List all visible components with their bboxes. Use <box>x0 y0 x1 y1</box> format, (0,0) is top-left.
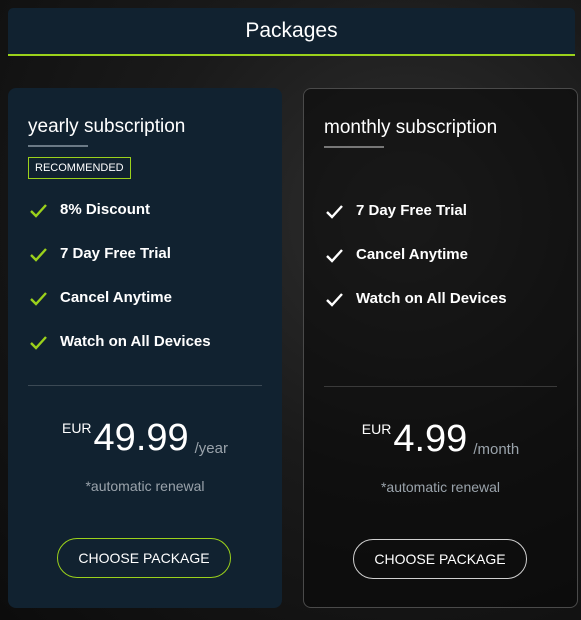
monthly-plan-card: monthly subscription 7 Day Free Trial Ca… <box>303 88 578 608</box>
price: EUR 49.99 /year <box>8 418 282 458</box>
feature-list: 7 Day Free Trial Cancel Anytime Watch on… <box>324 201 507 333</box>
feature-label: Cancel Anytime <box>356 246 468 263</box>
choose-package-button[interactable]: CHOOSE PACKAGE <box>353 539 527 579</box>
check-icon <box>326 205 343 219</box>
check-icon <box>30 336 47 350</box>
feature-list: 8% Discount 7 Day Free Trial Cancel Anyt… <box>28 200 211 376</box>
renewal-note: *automatic renewal <box>380 479 501 495</box>
yearly-plan-card: yearly subscription RECOMMENDED 8% Disco… <box>8 88 282 608</box>
price-period: /month <box>473 441 520 458</box>
divider <box>324 386 557 387</box>
feature-label: Cancel Anytime <box>60 289 172 306</box>
feature-item: 8% Discount <box>28 200 211 244</box>
check-icon <box>30 204 47 218</box>
price-period: /year <box>194 440 228 457</box>
divider <box>28 385 262 386</box>
price-amount: 49.99 <box>93 417 189 459</box>
recommended-badge: RECOMMENDED <box>28 157 131 179</box>
feature-label: Watch on All Devices <box>356 290 507 307</box>
feature-label: 7 Day Free Trial <box>60 245 171 262</box>
check-icon <box>30 292 47 306</box>
packages-header: Packages <box>8 8 575 56</box>
feature-label: 7 Day Free Trial <box>356 202 467 219</box>
feature-item: Cancel Anytime <box>28 288 211 332</box>
price-currency: EUR <box>361 421 392 437</box>
check-icon <box>30 248 47 262</box>
feature-item: 7 Day Free Trial <box>28 244 211 288</box>
page-title: Packages <box>245 19 338 42</box>
plan-name-underline <box>324 146 384 148</box>
choose-package-button[interactable]: CHOOSE PACKAGE <box>57 538 231 578</box>
feature-label: 8% Discount <box>60 201 151 218</box>
plan-name: monthly subscription <box>324 117 498 138</box>
plan-name: yearly subscription <box>28 116 186 137</box>
check-icon <box>326 249 343 263</box>
plan-name-underline <box>28 145 88 147</box>
feature-item: 7 Day Free Trial <box>324 201 507 245</box>
feature-item: Watch on All Devices <box>324 289 507 333</box>
price-amount: 4.99 <box>393 418 468 460</box>
check-icon <box>326 293 343 307</box>
feature-label: Watch on All Devices <box>60 333 211 350</box>
feature-item: Watch on All Devices <box>28 332 211 376</box>
price-currency: EUR <box>61 420 92 436</box>
price: EUR 4.99 /month <box>304 419 577 459</box>
feature-item: Cancel Anytime <box>324 245 507 289</box>
renewal-note: *automatic renewal <box>85 478 205 494</box>
